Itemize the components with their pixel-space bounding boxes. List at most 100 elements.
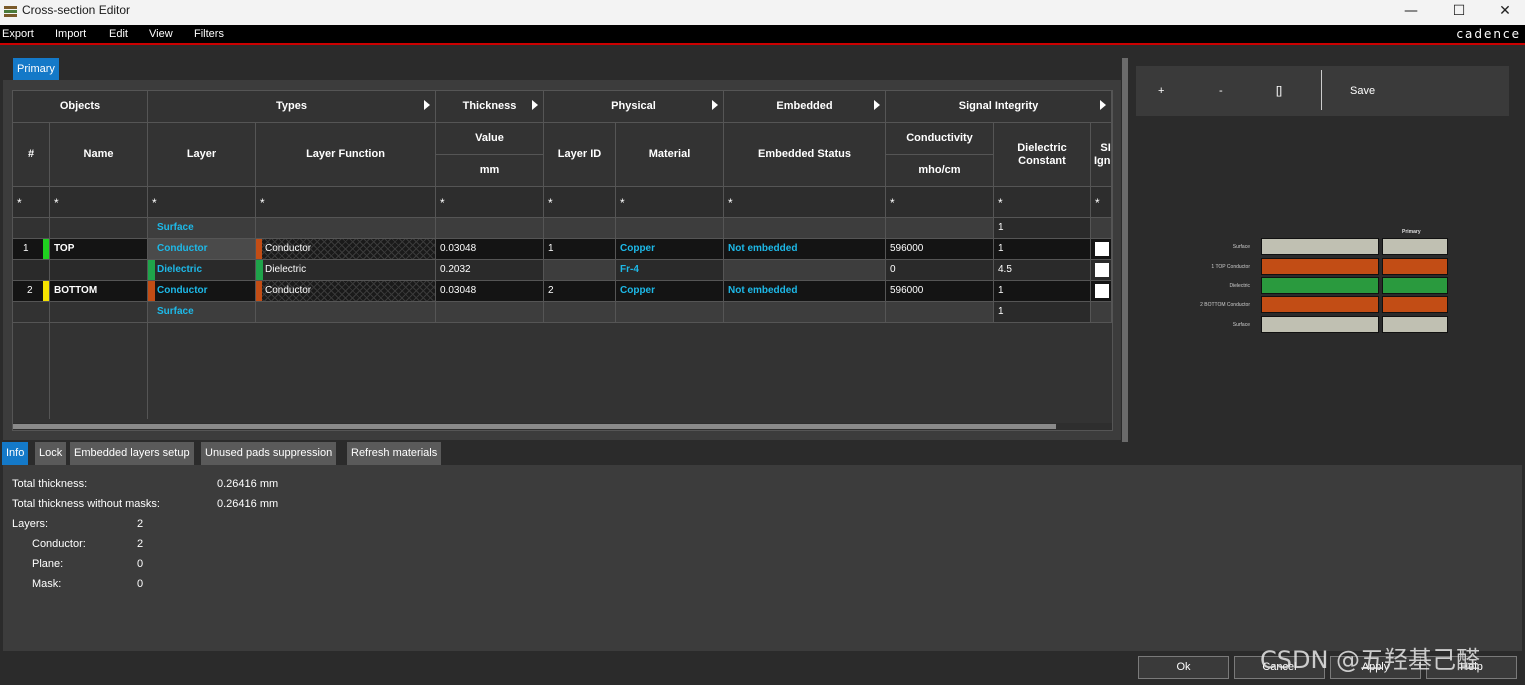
- filter-value[interactable]: *: [436, 187, 544, 218]
- add-layer-button[interactable]: +: [1158, 85, 1164, 97]
- filter-num[interactable]: *: [13, 187, 50, 218]
- row1-color-swatch[interactable]: [43, 239, 49, 259]
- row3-dk[interactable]: 1: [994, 281, 1091, 302]
- vertical-scrollbar[interactable]: [1122, 58, 1128, 442]
- brackets-button[interactable]: []: [1276, 85, 1282, 97]
- menu-import[interactable]: Import: [55, 28, 86, 40]
- col-layer-function[interactable]: Layer Function: [256, 123, 436, 187]
- col-dielectric-constant[interactable]: Dielectric Constant: [994, 123, 1091, 187]
- menu-export[interactable]: Export: [2, 28, 34, 40]
- tab-embedded-layers-setup[interactable]: Embedded layers setup: [70, 442, 194, 465]
- row3-layer[interactable]: Conductor: [148, 281, 256, 302]
- header-embedded[interactable]: Embedded: [724, 91, 886, 123]
- col-value[interactable]: Value: [436, 123, 544, 155]
- row2-color-swatch[interactable]: [148, 260, 155, 280]
- stack-bar-bottom-conductor[interactable]: [1261, 296, 1379, 313]
- tab-unused-pads-suppression[interactable]: Unused pads suppression: [201, 442, 337, 465]
- filter-layer-id[interactable]: *: [544, 187, 616, 218]
- row3-value[interactable]: 0.03048: [436, 281, 544, 302]
- col-layer-id[interactable]: Layer ID: [544, 123, 616, 187]
- col-layer[interactable]: Layer: [148, 123, 256, 187]
- row2-dk[interactable]: 4.5: [994, 260, 1091, 281]
- row3-layer-id[interactable]: 2: [544, 281, 616, 302]
- filter-conductivity[interactable]: *: [886, 187, 994, 218]
- row1-embedded[interactable]: Not embedded: [724, 239, 886, 260]
- row1-dk[interactable]: 1: [994, 239, 1091, 260]
- row3-name[interactable]: BOTTOM: [50, 281, 148, 302]
- header-signal-integrity[interactable]: Signal Integrity: [886, 91, 1112, 123]
- header-types[interactable]: Types: [148, 91, 436, 123]
- tab-info[interactable]: Info: [2, 442, 29, 465]
- tab-primary[interactable]: Primary: [13, 58, 59, 80]
- ok-button[interactable]: Ok: [1138, 656, 1229, 679]
- menu-edit[interactable]: Edit: [109, 28, 128, 40]
- col-name[interactable]: Name: [50, 123, 148, 187]
- row3-material[interactable]: Copper: [616, 281, 724, 302]
- row0-dk[interactable]: 1: [994, 218, 1091, 239]
- row2-si-checkbox[interactable]: [1095, 263, 1109, 277]
- filter-layer-function[interactable]: *: [256, 187, 436, 218]
- row4-dk[interactable]: 1: [994, 302, 1091, 323]
- maximize-button[interactable]: ☐: [1436, 0, 1482, 25]
- row2-value[interactable]: 0.2032: [436, 260, 544, 281]
- expand-embedded-icon[interactable]: [874, 100, 880, 110]
- row2-material[interactable]: Fr-4: [616, 260, 724, 281]
- filter-si-ignore[interactable]: *: [1091, 187, 1112, 218]
- stack-bar-bottom-conductor-primary[interactable]: [1382, 296, 1448, 313]
- col-num[interactable]: #: [13, 123, 50, 187]
- stack-bar-top-conductor[interactable]: [1261, 258, 1379, 275]
- stack-bar-surface-top[interactable]: [1261, 238, 1379, 255]
- row0-layer[interactable]: Surface: [148, 218, 256, 239]
- remove-layer-button[interactable]: -: [1219, 85, 1223, 97]
- row3-color-swatch[interactable]: [43, 281, 49, 301]
- row3-si-checkbox[interactable]: [1095, 284, 1109, 298]
- stack-bar-surface-top-primary[interactable]: [1382, 238, 1448, 255]
- stack-bar-dielectric[interactable]: [1261, 277, 1379, 294]
- filter-name[interactable]: *: [50, 187, 148, 218]
- row3-layer-function[interactable]: Conductor: [256, 281, 436, 302]
- expand-thickness-icon[interactable]: [532, 100, 538, 110]
- menu-view[interactable]: View: [149, 28, 173, 40]
- stack-bar-dielectric-primary[interactable]: [1382, 277, 1448, 294]
- save-button[interactable]: Save: [1350, 85, 1375, 97]
- header-thickness[interactable]: Thickness: [436, 91, 544, 123]
- filter-embedded-status[interactable]: *: [724, 187, 886, 218]
- stack-bar-surface-bottom-primary[interactable]: [1382, 316, 1448, 333]
- row2-conductivity[interactable]: 0: [886, 260, 994, 281]
- filter-layer[interactable]: *: [148, 187, 256, 218]
- row1-si-checkbox[interactable]: [1095, 242, 1109, 256]
- horizontal-scrollbar-thumb[interactable]: [13, 424, 1056, 429]
- col-material[interactable]: Material: [616, 123, 724, 187]
- col-conductivity[interactable]: Conductivity: [886, 123, 994, 155]
- row2-layer-function[interactable]: Dielectric: [256, 260, 436, 281]
- row1-layer-id[interactable]: 1: [544, 239, 616, 260]
- stack-bar-surface-bottom[interactable]: [1261, 316, 1379, 333]
- row1-layer-function[interactable]: Conductor: [256, 239, 436, 260]
- filter-dielectric-constant[interactable]: *: [994, 187, 1091, 218]
- minimize-button[interactable]: —: [1388, 0, 1434, 25]
- row3-embedded[interactable]: Not embedded: [724, 281, 886, 302]
- cross-section-table: Objects Types Thickness Physical Embedde…: [12, 90, 1113, 431]
- filter-material[interactable]: *: [616, 187, 724, 218]
- col-si-ignore[interactable]: SI Igno: [1091, 123, 1112, 187]
- row1-material[interactable]: Copper: [616, 239, 724, 260]
- row3-conductivity[interactable]: 596000: [886, 281, 994, 302]
- expand-physical-icon[interactable]: [712, 100, 718, 110]
- tab-refresh-materials[interactable]: Refresh materials: [347, 442, 442, 465]
- row0-material: [616, 218, 724, 239]
- row1-conductivity[interactable]: 596000: [886, 239, 994, 260]
- row3-layer-swatch[interactable]: [148, 281, 155, 301]
- row1-value[interactable]: 0.03048: [436, 239, 544, 260]
- row4-layer[interactable]: Surface: [148, 302, 256, 323]
- menu-filters[interactable]: Filters: [194, 28, 224, 40]
- row2-layer[interactable]: Dielectric: [148, 260, 256, 281]
- expand-types-icon[interactable]: [424, 100, 430, 110]
- row1-name[interactable]: TOP: [50, 239, 148, 260]
- expand-signal-integrity-icon[interactable]: [1100, 100, 1106, 110]
- row1-layer[interactable]: Conductor: [148, 239, 256, 260]
- close-button[interactable]: ✕: [1482, 0, 1525, 25]
- tab-lock[interactable]: Lock: [35, 442, 67, 465]
- col-embedded-status[interactable]: Embedded Status: [724, 123, 886, 187]
- header-physical[interactable]: Physical: [544, 91, 724, 123]
- stack-bar-top-conductor-primary[interactable]: [1382, 258, 1448, 275]
